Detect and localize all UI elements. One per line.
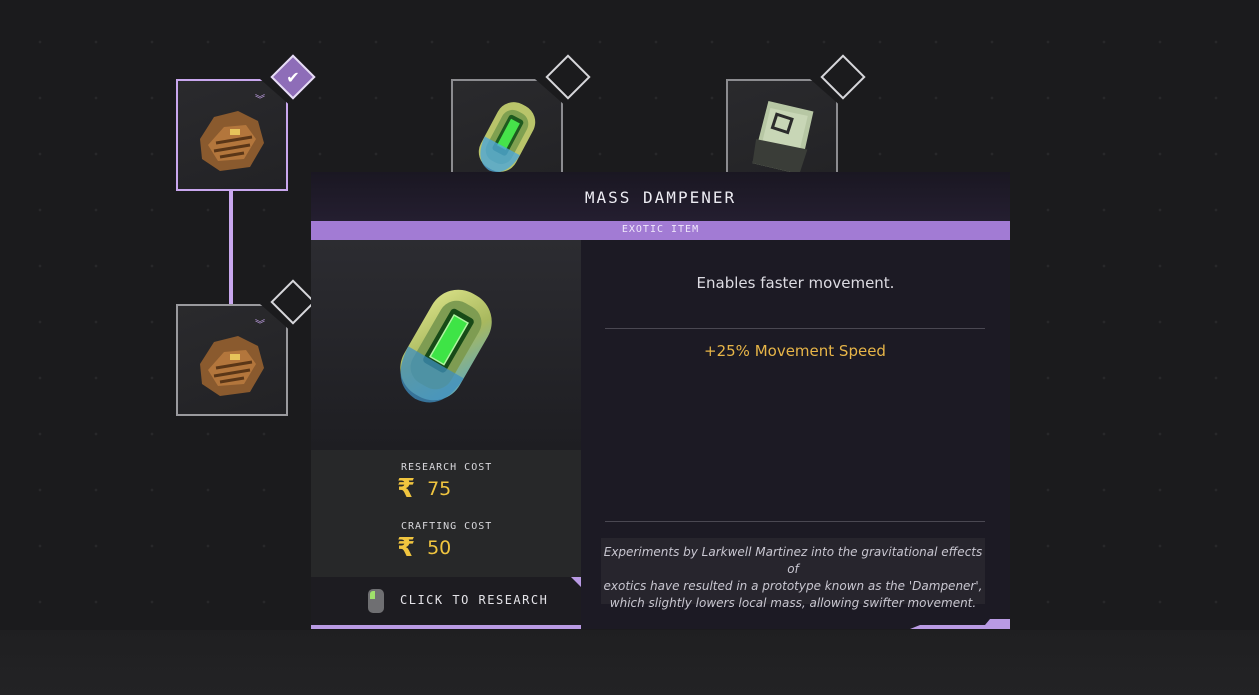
cost-section: RESEARCH COST ₹ 75 CRAFTING COST ₹ 50 bbox=[311, 450, 581, 577]
rarity-bar: EXOTIC ITEM bbox=[311, 221, 1010, 240]
lore-line: exotics have resulted in a prototype kno… bbox=[603, 579, 983, 593]
research-cost-value: 75 bbox=[427, 478, 452, 500]
currency-icon: ₹ bbox=[397, 533, 416, 563]
research-button-label: CLICK TO RESEARCH bbox=[400, 593, 549, 607]
lore-text: Experiments by Larkwell Martinez into th… bbox=[601, 538, 985, 610]
crafting-cost-label: CRAFTING COST bbox=[401, 521, 493, 532]
gloves-icon bbox=[200, 111, 264, 171]
panel-corner-accent bbox=[910, 619, 1010, 629]
rank-chevron-icon: ︾ bbox=[255, 95, 265, 106]
background-floor bbox=[0, 630, 1259, 695]
lore-line: which slightly lowers local mass, allowi… bbox=[609, 596, 977, 610]
rarity-label: EXOTIC ITEM bbox=[621, 224, 700, 235]
mass-dampener-icon bbox=[400, 289, 492, 403]
item-detail-panel: MASS DAMPENER EXOTIC ITEM RESEARCH COST … bbox=[311, 172, 1010, 629]
mouse-left-click-icon bbox=[368, 589, 384, 613]
tree-node-gloves-available[interactable] bbox=[176, 304, 288, 416]
stat-line: +25% Movement Speed bbox=[704, 342, 886, 360]
research-button[interactable]: CLICK TO RESEARCH bbox=[311, 577, 581, 629]
item-preview bbox=[311, 240, 581, 450]
item-title: MASS DAMPENER bbox=[584, 188, 737, 207]
crafting-cost-row: ₹ 50 bbox=[397, 535, 451, 561]
research-cost-row: ₹ 75 bbox=[397, 476, 451, 502]
item-description: Enables faster movement. bbox=[696, 274, 895, 292]
item-left-column: RESEARCH COST ₹ 75 CRAFTING COST ₹ 50 CL… bbox=[311, 240, 581, 629]
research-cost-label: RESEARCH COST bbox=[401, 462, 493, 473]
lore-line: Experiments by Larkwell Martinez into th… bbox=[603, 545, 983, 576]
button-underline bbox=[311, 625, 581, 629]
crafting-cost-value: 50 bbox=[427, 537, 452, 559]
stats-box: +25% Movement Speed bbox=[605, 328, 985, 522]
tree-node-gloves-researched[interactable] bbox=[176, 79, 288, 191]
currency-icon: ₹ bbox=[397, 474, 416, 504]
panel-header: MASS DAMPENER bbox=[311, 172, 1010, 221]
check-icon: ✔ bbox=[286, 67, 300, 87]
tree-connector bbox=[229, 190, 233, 304]
rank-chevron-icon: ︾ bbox=[255, 320, 265, 331]
gloves-icon bbox=[200, 336, 264, 396]
item-info-column: Enables faster movement. +25% Movement S… bbox=[581, 240, 1010, 629]
button-corner-accent bbox=[571, 577, 581, 587]
